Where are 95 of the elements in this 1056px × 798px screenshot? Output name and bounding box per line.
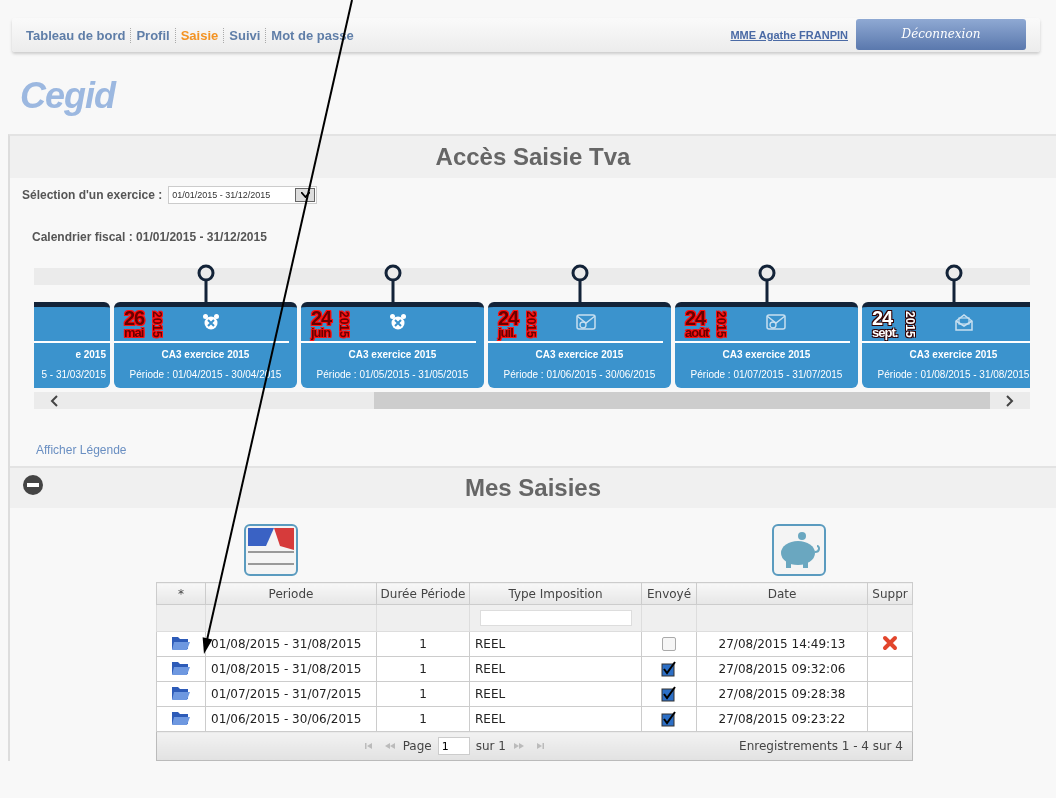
checkbox[interactable] [661, 711, 677, 727]
table-cell: 01/06/2015 - 30/06/2015 [205, 706, 377, 732]
table-cell: 27/08/2015 09:23:22 [696, 706, 868, 732]
table-cell: REEL [469, 631, 642, 657]
table-cell: 01/08/2015 - 31/08/2015 [205, 631, 377, 657]
envelope-icon [766, 314, 787, 330]
records-count: Enregistrements 1 - 4 sur 4 [739, 739, 903, 753]
card-title: CA3 exercice 2015 [721, 349, 812, 360]
card-period: Période : 01/07/2015 - 31/07/2015 [689, 369, 844, 380]
nav-tab[interactable]: Profil [130, 27, 175, 43]
card-month: juin [311, 326, 331, 338]
column-header[interactable]: Durée Période [376, 582, 470, 605]
table-cell: 27/08/2015 14:49:13 [696, 631, 868, 657]
pin-icon [943, 264, 964, 302]
card-period: Période : 01/05/2015 - 31/05/2015 [315, 369, 470, 380]
card-day: 24 [872, 309, 898, 327]
nav-tab[interactable]: Suivi [223, 27, 266, 43]
user-link[interactable]: MME Agathe FRANPIN [730, 29, 848, 41]
logout-button[interactable]: Déconnexion [856, 18, 1026, 50]
page-label: Page [402, 739, 432, 753]
section-title: Mes Saisies [464, 474, 602, 502]
table-cell: 01/07/2015 - 31/07/2015 [205, 681, 377, 707]
alarm-clock-icon [389, 313, 408, 331]
card-day: 24 [311, 309, 332, 327]
card-day: 24 [685, 309, 709, 327]
card-year: 2015 [524, 310, 539, 338]
card-period: Période : 01/06/2015 - 30/06/2015 [502, 369, 657, 380]
card-year: 2015 [150, 310, 165, 338]
dropdown-icon [300, 192, 310, 198]
checkbox[interactable] [661, 686, 677, 702]
card-month: sept. [872, 326, 898, 338]
piggy-bank-icon[interactable] [772, 524, 826, 576]
filter-field[interactable] [479, 610, 632, 626]
card-title: CA3 exercice 2015 [534, 349, 625, 360]
column-header[interactable]: Periode [205, 582, 377, 605]
card-month: août [685, 326, 709, 338]
column-header[interactable]: Envoyé [641, 582, 697, 605]
logo: Cegid [20, 76, 115, 116]
table-cell: 1 [376, 681, 470, 707]
exercise-select[interactable]: 01/01/2015 - 31/12/2015 [168, 186, 318, 204]
scrollbar[interactable] [34, 392, 1030, 409]
calendar-label: Calendrier fiscal : 01/01/2015 - 31/12/2015 [32, 230, 268, 244]
table-cell: REEL [469, 706, 642, 732]
open-envelope-icon [955, 313, 974, 331]
card-month: mai [124, 326, 144, 338]
card-year: 2015 [903, 310, 918, 338]
card-year: 2015 [337, 310, 352, 338]
alarm-clock-icon [202, 313, 221, 331]
scrollbar-thumb[interactable] [374, 392, 990, 409]
checkbox[interactable] [662, 637, 676, 651]
nav-tab[interactable]: Tableau de bord [26, 27, 131, 43]
collapse-icon[interactable] [22, 474, 44, 496]
card-title: e 2015 [74, 349, 107, 360]
checkbox[interactable] [661, 661, 677, 677]
table-cell: 1 [376, 706, 470, 732]
table-cell: 27/08/2015 09:32:06 [696, 656, 868, 682]
select-label: Sélection d'un exercice : [22, 188, 163, 202]
envelope-icon [576, 314, 597, 330]
table-cell: 1 [376, 656, 470, 682]
card-period: 5 - 31/03/2015 [40, 369, 107, 380]
card-title: CA3 exercice 2015 [908, 349, 999, 360]
card-year: 2015 [714, 310, 729, 338]
legend-link[interactable]: Afficher Légende [36, 443, 127, 457]
section-title: Accès Saisie Tva [435, 143, 631, 171]
table-cell: REEL [469, 681, 642, 707]
delete-icon[interactable] [882, 634, 898, 651]
document-icon[interactable] [244, 524, 298, 576]
table-cell: 01/08/2015 - 31/08/2015 [205, 656, 377, 682]
card-title: CA3 exercice 2015 [160, 349, 251, 360]
pin-icon [756, 264, 777, 302]
page-count: sur 1 [475, 739, 506, 753]
pin-icon [569, 264, 590, 302]
chevron-right-icon[interactable] [1006, 394, 1014, 407]
column-header[interactable]: Suppr [867, 582, 913, 605]
page-field[interactable]: 1 [437, 737, 470, 755]
table-cell: 27/08/2015 09:28:38 [696, 681, 868, 707]
card-period: Période : 01/08/2015 - 31/08/2015 [876, 369, 1030, 380]
card-day: 26 [124, 309, 145, 327]
folder-icon[interactable] [171, 659, 191, 676]
card-day: 24 [498, 309, 519, 327]
column-header[interactable]: Type Imposition [469, 582, 642, 605]
column-header[interactable]: * [156, 582, 206, 605]
card-title: CA3 exercice 2015 [347, 349, 438, 360]
folder-icon[interactable] [171, 709, 191, 726]
table-cell: 1 [376, 631, 470, 657]
chevron-left-icon[interactable] [50, 394, 58, 407]
pin-icon [382, 264, 403, 302]
nav-tab[interactable]: Saisie [174, 27, 224, 43]
card-month: juil. [498, 326, 516, 338]
pin-icon [195, 264, 216, 302]
deadline-card[interactable]: e 2015 5 - 31/03/2015 [34, 302, 110, 388]
folder-icon[interactable] [171, 634, 191, 651]
column-header[interactable]: Date [696, 582, 868, 605]
folder-icon[interactable] [171, 684, 191, 701]
table-cell: REEL [469, 656, 642, 682]
